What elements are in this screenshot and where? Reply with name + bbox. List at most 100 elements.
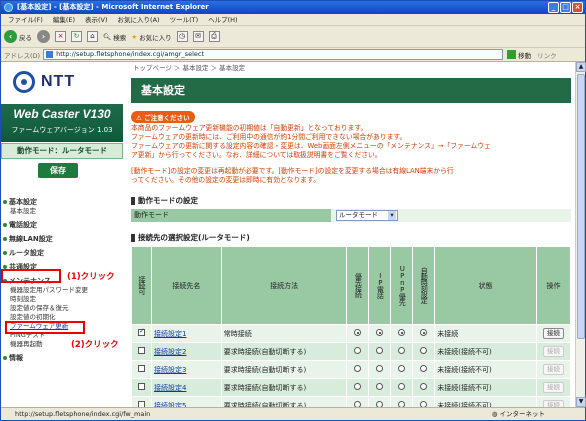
connect-button[interactable]: 接続 (542, 382, 564, 393)
mail-button[interactable]: ✉ (192, 31, 204, 42)
ip-phone-radio[interactable] (376, 383, 384, 390)
table-row: 接続設定5 要求時接続(自動切断する) 未接続(接続不可) 接続 (131, 396, 572, 407)
priority-radio[interactable] (354, 365, 362, 372)
header-priority: 優先接続 (346, 246, 370, 325)
caution-badge: ⚠ ご注意ください (131, 111, 195, 123)
connection-name-link[interactable]: 接続設定3 (154, 366, 186, 374)
forward-button[interactable]: › (37, 30, 50, 43)
enable-checkbox[interactable] (137, 327, 145, 336)
nav-sub-time-settings[interactable]: 時刻設定 (3, 295, 123, 304)
header-state: 状態 (434, 246, 537, 325)
ip-phone-radio[interactable] (376, 347, 384, 354)
nav-sub-save-restore[interactable]: 設定値の保存＆復元 (3, 304, 123, 313)
auto-time-radio[interactable] (420, 347, 428, 354)
scroll-down-button[interactable]: ▼ (576, 397, 586, 407)
scroll-up-button[interactable]: ▲ (576, 62, 586, 72)
header-name: 接続先名 (150, 246, 222, 325)
firmware-notice: 本商品のファームウェア更新機能の初期値は「自動更新」となっております。 ファーム… (131, 124, 571, 160)
auto-time-radio[interactable] (420, 329, 428, 336)
menu-bar: ファイル(F) 編集(E) 表示(V) お気に入り(A) ツール(T) ヘルプ(… (1, 14, 585, 26)
connect-button[interactable]: 接続 (542, 328, 564, 339)
connection-name-link[interactable]: 接続設定2 (154, 348, 186, 356)
status-zone: ◍ インターネット (491, 410, 545, 418)
connection-state: 未接続(接続不可) (434, 342, 537, 361)
connection-section-heading: 接続先の選択設定(ルータモード) (131, 232, 571, 243)
product-name: Web Caster V130 (13, 107, 111, 121)
header-ip-phone: IP電話 (368, 246, 392, 325)
menu-favorites[interactable]: お気に入り(A) (113, 14, 165, 25)
operation-mode-label: 動作モード：ルータモード (1, 143, 123, 159)
save-button[interactable]: 保存 (38, 163, 78, 178)
notice-line: ファームウェアの更新時には、ご利用中の通信が約1分間ご利用できない場合があります… (131, 133, 407, 141)
sidebar: NTT Web Caster V130 ファームウェアバージョン 1.03 動作… (1, 62, 125, 407)
back-button[interactable]: ‹ 戻る (4, 30, 32, 43)
ntt-logo: NTT (13, 68, 113, 96)
favorites-button[interactable]: ★ お気に入り (131, 32, 171, 42)
enable-checkbox[interactable] (137, 383, 145, 390)
history-button[interactable]: ◷ (176, 31, 188, 42)
enable-checkbox[interactable] (137, 347, 145, 354)
menu-file[interactable]: ファイル(F) (3, 14, 48, 25)
connect-button[interactable]: 接続 (542, 346, 564, 357)
nav-phone-settings[interactable]: 電話設定 (3, 220, 123, 230)
stop-button[interactable]: × (55, 31, 66, 42)
refresh-button[interactable]: ↻ (71, 31, 82, 42)
notice-line: ってください。その他の設定の変更は即時に有効となります。 (131, 176, 320, 184)
connection-state: 未接続(接続不可) (434, 378, 537, 397)
connection-method: 要求時接続(自動切断する) (220, 342, 348, 361)
menu-view[interactable]: 表示(V) (80, 14, 113, 25)
nav-wireless-lan-settings[interactable]: 無線LAN設定 (3, 234, 123, 244)
connection-method: 要求時接続(自動切断する) (220, 360, 348, 379)
auto-time-radio[interactable] (420, 365, 428, 372)
go-arrow-icon (507, 50, 517, 59)
mode-row: 動作モード ルータモード (131, 209, 571, 222)
upnp-radio[interactable] (398, 365, 406, 372)
connect-button[interactable]: 接続 (542, 364, 564, 375)
connect-button[interactable]: 接続 (542, 400, 564, 407)
home-button[interactable]: ⌂ (87, 31, 98, 42)
connection-name-link[interactable]: 接続設定4 (154, 384, 186, 392)
ntt-logo-icon (13, 71, 35, 93)
upnp-radio[interactable] (398, 347, 406, 354)
ip-phone-radio[interactable] (376, 365, 384, 372)
notice-line: ファームウェアの更新に関する設定内容の確認・変更は、Web画面左側メニューの「メ… (131, 142, 491, 150)
auto-time-radio[interactable] (420, 383, 428, 390)
connection-table: 接続可 接続先名 接続方法 優先接続 IP電話 UPnP優先 自動時刻設定 状態… (131, 246, 572, 407)
priority-radio[interactable] (354, 347, 362, 354)
priority-radio[interactable] (354, 383, 362, 390)
address-input[interactable]: http://setup.fletsphone/index.cgi/amgr_s… (43, 49, 504, 60)
print-button[interactable]: ⎙ (208, 31, 220, 42)
upnp-radio[interactable] (398, 383, 406, 390)
search-button[interactable]: 🔍︎ 検索 (103, 32, 126, 42)
search-icon: 🔍︎ (103, 32, 112, 41)
connection-method: 常時接続 (220, 324, 348, 343)
minimize-button[interactable]: _ (548, 2, 559, 13)
priority-radio[interactable] (354, 329, 362, 336)
enable-checkbox[interactable] (137, 365, 145, 372)
close-button[interactable]: × (572, 2, 583, 13)
go-button[interactable]: 移動 (507, 50, 531, 60)
star-icon: ★ (131, 32, 138, 41)
ip-phone-radio[interactable] (376, 329, 384, 336)
connection-state: 未接続(接続不可) (434, 360, 537, 379)
connection-name-link[interactable]: 接続設定1 (154, 330, 186, 338)
highlight-maintenance (1, 269, 61, 283)
upnp-radio[interactable] (398, 329, 406, 336)
window-title: [基本設定] - [基本設定] - Microsoft Internet Exp… (17, 3, 209, 11)
nav-information[interactable]: 情報 (3, 353, 123, 363)
menu-edit[interactable]: 編集(E) (48, 14, 80, 25)
nav-router-settings[interactable]: ルータ設定 (3, 248, 123, 258)
maximize-button[interactable]: □ (560, 2, 571, 13)
menu-help[interactable]: ヘルプ(H) (203, 14, 242, 25)
links-button[interactable]: リンク (537, 50, 557, 60)
nav-sub-basic-settings[interactable]: 基本設定 (3, 207, 123, 216)
vertical-scrollbar[interactable]: ▲ ▼ (575, 62, 586, 407)
mode-select[interactable]: ルータモード (336, 210, 398, 221)
nav-sub-password-change[interactable]: 機器設定用パスワード変更 (3, 286, 123, 295)
menu-tools[interactable]: ツール(T) (165, 14, 204, 25)
header-enable: 接続可 (131, 246, 152, 325)
nav-basic-settings[interactable]: 基本設定 (3, 197, 123, 207)
main-panel: トップページ ＞ 基本設定 ＞ 基本設定 基本設定 ⚠ ご注意ください 本商品の… (131, 62, 572, 407)
mode-section-heading: 動作モードの設定 (131, 195, 571, 206)
scroll-thumb[interactable] (577, 74, 585, 339)
